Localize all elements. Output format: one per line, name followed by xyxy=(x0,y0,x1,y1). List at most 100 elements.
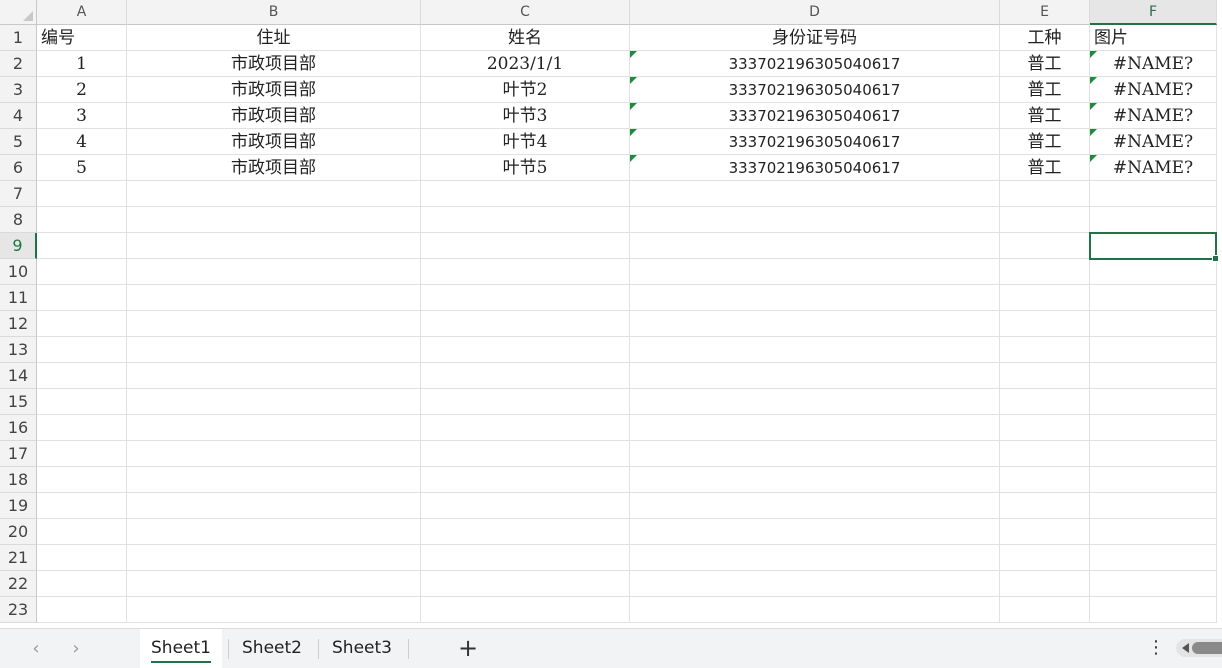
row-header[interactable]: 8 xyxy=(0,207,37,233)
cell-d9[interactable] xyxy=(630,233,1000,259)
tab-sheet2[interactable]: Sheet2 xyxy=(234,629,310,668)
row-header[interactable]: 3 xyxy=(0,77,37,103)
cell-b5[interactable]: 市政项目部 xyxy=(127,129,421,155)
cell-c18[interactable] xyxy=(421,467,630,493)
cell-f10[interactable] xyxy=(1090,259,1217,285)
cell-f20[interactable] xyxy=(1090,519,1217,545)
cell-c21[interactable] xyxy=(421,545,630,571)
cell-b6[interactable]: 市政项目部 xyxy=(127,155,421,181)
cell-d19[interactable] xyxy=(630,493,1000,519)
cell-e16[interactable] xyxy=(1000,415,1090,441)
row-header[interactable]: 6 xyxy=(0,155,37,181)
plus-icon[interactable]: + xyxy=(456,635,480,661)
cell-c1[interactable]: 姓名 xyxy=(421,25,630,51)
cell-a10[interactable] xyxy=(37,259,127,285)
cell-e3[interactable]: 普工 xyxy=(1000,77,1090,103)
cell-f16[interactable] xyxy=(1090,415,1217,441)
cell-b1[interactable]: 住址 xyxy=(127,25,421,51)
cell-b13[interactable] xyxy=(127,337,421,363)
cell-e20[interactable] xyxy=(1000,519,1090,545)
cell-e7[interactable] xyxy=(1000,181,1090,207)
cell-f14[interactable] xyxy=(1090,363,1217,389)
cell-e6[interactable]: 普工 xyxy=(1000,155,1090,181)
cell-f22[interactable] xyxy=(1090,571,1217,597)
more-vertical-icon[interactable]: ⋮ xyxy=(1146,635,1166,661)
cell-f13[interactable] xyxy=(1090,337,1217,363)
cell-d17[interactable] xyxy=(630,441,1000,467)
cell-f8[interactable] xyxy=(1090,207,1217,233)
cell-f3[interactable]: #NAME? xyxy=(1090,77,1217,103)
cell-e18[interactable] xyxy=(1000,467,1090,493)
cell-c22[interactable] xyxy=(421,571,630,597)
cell-e13[interactable] xyxy=(1000,337,1090,363)
cell-f5[interactable]: #NAME? xyxy=(1090,129,1217,155)
cell-a13[interactable] xyxy=(37,337,127,363)
cell-b3[interactable]: 市政项目部 xyxy=(127,77,421,103)
active-cell-outline[interactable] xyxy=(1089,232,1219,262)
cell-a8[interactable] xyxy=(37,207,127,233)
cell-a9[interactable] xyxy=(37,233,127,259)
scroll-left-icon[interactable] xyxy=(1182,643,1189,653)
cell-b7[interactable] xyxy=(127,181,421,207)
cell-d21[interactable] xyxy=(630,545,1000,571)
cell-f11[interactable] xyxy=(1090,285,1217,311)
cell-d1[interactable]: 身份证号码 xyxy=(630,25,1000,51)
cell-a2[interactable]: 1 xyxy=(37,51,127,77)
cell-b16[interactable] xyxy=(127,415,421,441)
cell-a6[interactable]: 5 xyxy=(37,155,127,181)
cell-c7[interactable] xyxy=(421,181,630,207)
cell-c6[interactable]: 叶节5 xyxy=(421,155,630,181)
cell-f21[interactable] xyxy=(1090,545,1217,571)
cell-c16[interactable] xyxy=(421,415,630,441)
cell-f18[interactable] xyxy=(1090,467,1217,493)
row-header[interactable]: 9 xyxy=(0,233,37,259)
cell-e14[interactable] xyxy=(1000,363,1090,389)
cell-f15[interactable] xyxy=(1090,389,1217,415)
cell-b17[interactable] xyxy=(127,441,421,467)
cell-b12[interactable] xyxy=(127,311,421,337)
cell-f6[interactable]: #NAME? xyxy=(1090,155,1217,181)
row-header[interactable]: 4 xyxy=(0,103,37,129)
row-header[interactable]: 20 xyxy=(0,519,37,545)
cell-c19[interactable] xyxy=(421,493,630,519)
cell-a16[interactable] xyxy=(37,415,127,441)
cell-a23[interactable] xyxy=(37,597,127,623)
cell-c11[interactable] xyxy=(421,285,630,311)
cell-b8[interactable] xyxy=(127,207,421,233)
row-header[interactable]: 12 xyxy=(0,311,37,337)
cell-a11[interactable] xyxy=(37,285,127,311)
cell-b22[interactable] xyxy=(127,571,421,597)
cell-d16[interactable] xyxy=(630,415,1000,441)
cell-a17[interactable] xyxy=(37,441,127,467)
cell-c15[interactable] xyxy=(421,389,630,415)
row-header[interactable]: 7 xyxy=(0,181,37,207)
row-header[interactable]: 21 xyxy=(0,545,37,571)
cell-a22[interactable] xyxy=(37,571,127,597)
cell-e2[interactable]: 普工 xyxy=(1000,51,1090,77)
cell-c3[interactable]: 叶节2 xyxy=(421,77,630,103)
column-header-e[interactable]: E xyxy=(1000,0,1090,25)
cell-c23[interactable] xyxy=(421,597,630,623)
cell-e10[interactable] xyxy=(1000,259,1090,285)
cell-a21[interactable] xyxy=(37,545,127,571)
cell-c5[interactable]: 叶节4 xyxy=(421,129,630,155)
cell-c8[interactable] xyxy=(421,207,630,233)
cell-b2[interactable]: 市政项目部 xyxy=(127,51,421,77)
cell-d13[interactable] xyxy=(630,337,1000,363)
column-header-d[interactable]: D xyxy=(630,0,1000,25)
cell-f4[interactable]: #NAME? xyxy=(1090,103,1217,129)
cell-d15[interactable] xyxy=(630,389,1000,415)
row-header[interactable]: 17 xyxy=(0,441,37,467)
row-header[interactable]: 23 xyxy=(0,597,37,623)
cell-d5[interactable]: 333702196305040617 xyxy=(630,129,1000,155)
row-header[interactable]: 22 xyxy=(0,571,37,597)
column-header-b[interactable]: B xyxy=(127,0,421,25)
cell-c9[interactable] xyxy=(421,233,630,259)
row-header[interactable]: 10 xyxy=(0,259,37,285)
cell-e21[interactable] xyxy=(1000,545,1090,571)
cell-d23[interactable] xyxy=(630,597,1000,623)
cell-c20[interactable] xyxy=(421,519,630,545)
cell-c10[interactable] xyxy=(421,259,630,285)
cell-b18[interactable] xyxy=(127,467,421,493)
cell-f7[interactable] xyxy=(1090,181,1217,207)
